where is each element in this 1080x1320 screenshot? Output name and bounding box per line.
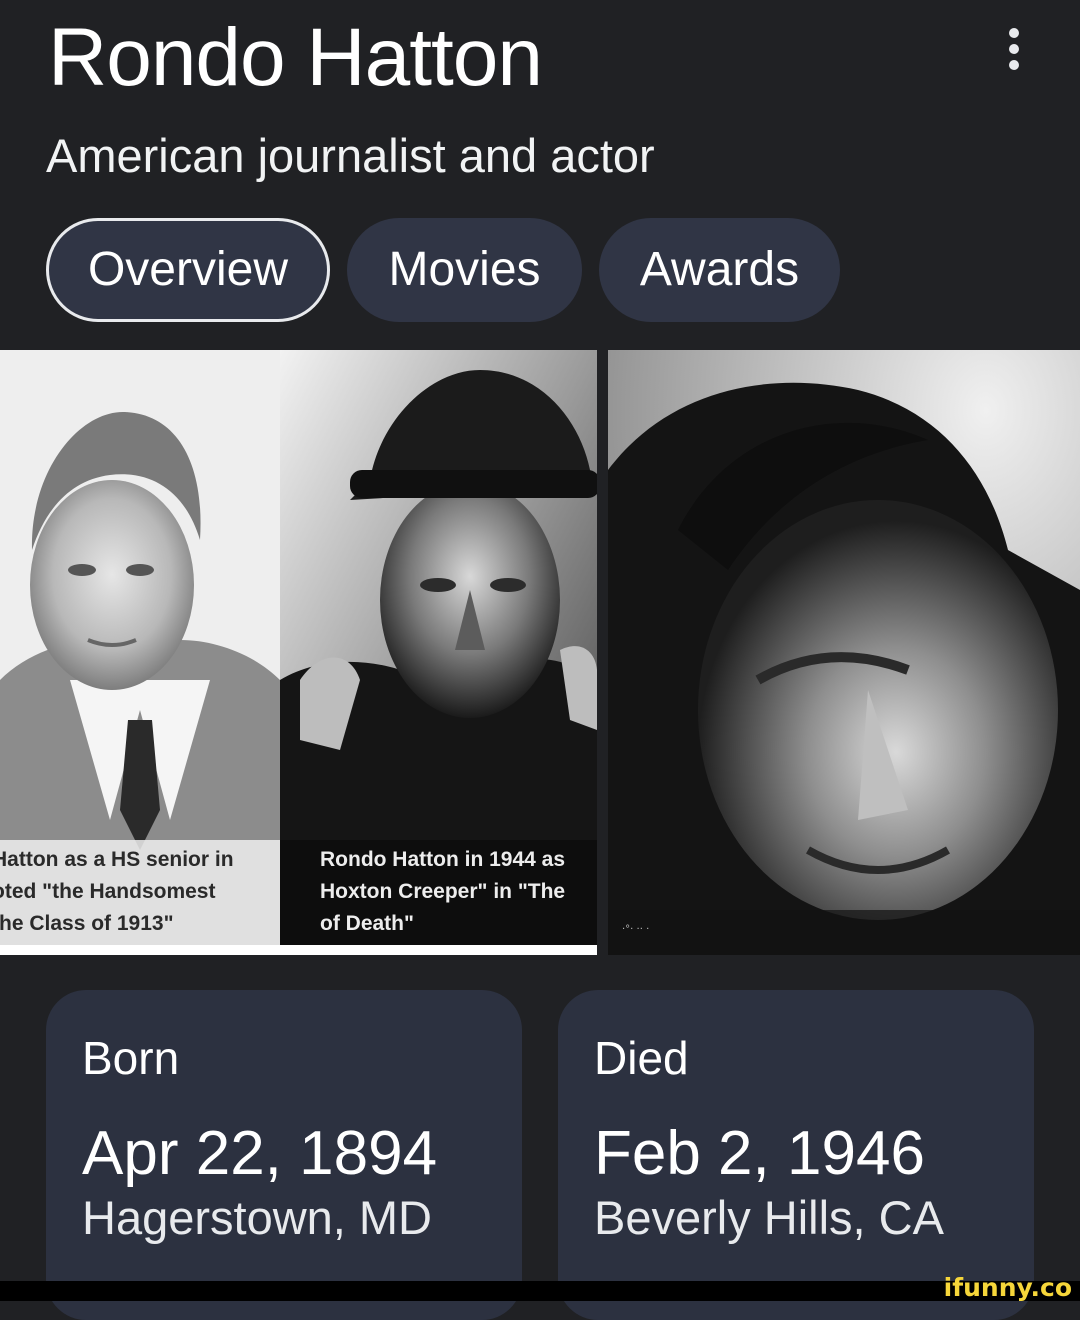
born-label: Born bbox=[82, 1032, 180, 1084]
portrait-image: ·°· ·· · bbox=[608, 350, 1080, 955]
image-caption-right-line2: Hoxton Creeper" in "The bbox=[320, 880, 565, 903]
died-date: Feb 2, 1946 bbox=[594, 1119, 925, 1188]
collage-image: Hatton as a HS senior in oted "the Hands… bbox=[0, 350, 597, 955]
tab-overview[interactable]: Overview bbox=[46, 218, 330, 322]
died-place: Beverly Hills, CA bbox=[594, 1191, 944, 1244]
image-caption-left-line2: oted "the Handsomest bbox=[0, 880, 215, 903]
tab-awards[interactable]: Awards bbox=[599, 218, 840, 322]
bottom-bar bbox=[0, 1281, 1080, 1301]
died-label: Died bbox=[594, 1032, 689, 1084]
image-portrait-right[interactable]: ·°· ·· · bbox=[608, 350, 1080, 955]
died-card[interactable]: Died Feb 2, 1946 Beverly Hills, CA bbox=[558, 990, 1034, 1320]
page-title: Rondo Hatton bbox=[48, 12, 543, 103]
born-date: Apr 22, 1894 bbox=[82, 1119, 438, 1188]
tab-movies[interactable]: Movies bbox=[347, 218, 582, 322]
image-caption-right-line3: of Death" bbox=[320, 912, 414, 935]
born-card[interactable]: Born Apr 22, 1894 Hagerstown, MD bbox=[46, 990, 522, 1320]
photo-stamp: ·°· ·· · bbox=[622, 924, 649, 935]
image-caption-right-line1: Rondo Hatton in 1944 as bbox=[320, 848, 565, 871]
image-caption-left-line1: Hatton as a HS senior in bbox=[0, 848, 234, 871]
image-collage-left[interactable]: Hatton as a HS senior in oted "the Hands… bbox=[0, 350, 597, 955]
born-place: Hagerstown, MD bbox=[82, 1191, 432, 1244]
page-subtitle: American journalist and actor bbox=[46, 129, 655, 182]
menu-dot bbox=[1009, 44, 1019, 54]
watermark: ifunny.co bbox=[943, 1273, 1072, 1302]
menu-dot bbox=[1009, 60, 1019, 70]
more-vert-icon[interactable] bbox=[996, 26, 1032, 72]
menu-dot bbox=[1009, 28, 1019, 38]
image-caption-left-line3: the Class of 1913" bbox=[0, 912, 174, 935]
